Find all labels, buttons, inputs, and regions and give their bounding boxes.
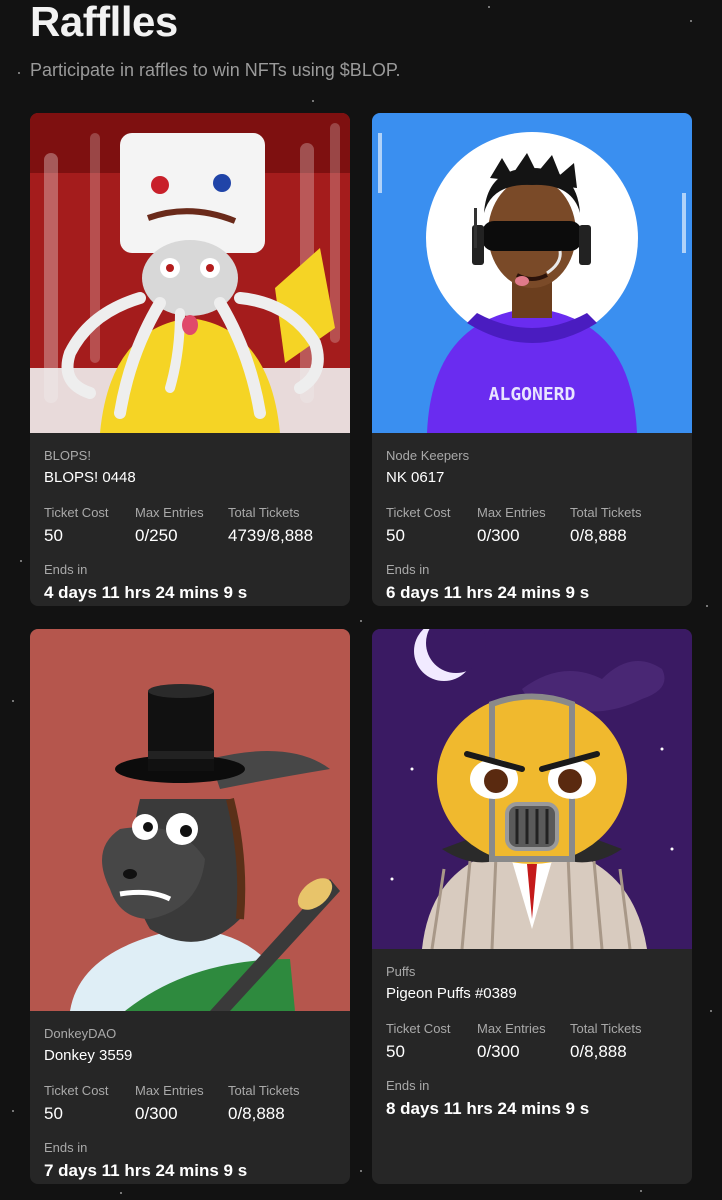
max-entries-label: Max Entries: [135, 1083, 204, 1098]
ticket-cost-label: Ticket Cost: [386, 505, 451, 520]
ticket-cost-value: 50: [386, 1042, 405, 1061]
ticket-cost-value: 50: [386, 526, 405, 545]
total-tickets-label: Total Tickets: [228, 505, 300, 520]
ends-in-label: Ends in: [386, 1078, 430, 1093]
countdown-timer: 8 days 11 hrs 24 mins 9 s: [386, 1099, 590, 1118]
total-tickets-value: 0/8,888: [570, 526, 627, 545]
max-entries-label: Max Entries: [135, 505, 204, 520]
max-entries-value: 0/300: [477, 1042, 520, 1061]
ends-in-label: Ends in: [44, 1140, 88, 1155]
total-tickets-label: Total Tickets: [228, 1083, 300, 1098]
nft-name: NK 0617: [386, 469, 445, 486]
page-subtitle: Participate in raffles to win NFTs using…: [30, 60, 401, 80]
nft-name: Pigeon Puffs #0389: [386, 985, 517, 1002]
max-entries-value: 0/300: [477, 526, 520, 545]
ticket-cost-label: Ticket Cost: [386, 1021, 451, 1036]
ticket-cost-label: Ticket Cost: [44, 1083, 109, 1098]
algonerd-hoodie-text: ALGONERD: [489, 384, 576, 405]
total-tickets-label: Total Tickets: [570, 1021, 642, 1036]
raffle-card[interactable]: ALGONERD Node Keepers NK 0617 Ticket Cos…: [372, 113, 692, 606]
node-keeper-nft-artwork[interactable]: ALGONERD: [372, 113, 692, 433]
page-title: Rafflles: [30, 0, 178, 45]
max-entries-label: Max Entries: [477, 1021, 546, 1036]
countdown-timer: 6 days 11 hrs 24 mins 9 s: [386, 583, 590, 602]
max-entries-value: 0/300: [135, 1104, 178, 1123]
max-entries-value: 0/250: [135, 526, 178, 545]
nft-name: Donkey 3559: [44, 1047, 133, 1064]
total-tickets-value: 4739/8,888: [228, 526, 314, 545]
nft-name: BLOPS! 0448: [44, 469, 136, 486]
pigeon-puff-nft-artwork[interactable]: [372, 629, 692, 949]
countdown-timer: 4 days 11 hrs 24 mins 9 s: [44, 583, 248, 602]
collection-name: DonkeyDAO: [44, 1026, 117, 1041]
total-tickets-value: 0/8,888: [228, 1104, 285, 1123]
ends-in-label: Ends in: [386, 562, 430, 577]
total-tickets-label: Total Tickets: [570, 505, 642, 520]
max-entries-label: Max Entries: [477, 505, 546, 520]
collection-name: Puffs: [386, 964, 416, 979]
total-tickets-value: 0/8,888: [570, 1042, 627, 1061]
collection-name: Node Keepers: [386, 448, 470, 463]
raffle-card[interactable]: Puffs Pigeon Puffs #0389 Ticket Cost 50 …: [372, 629, 692, 1184]
ticket-cost-value: 50: [44, 526, 63, 545]
ticket-cost-label: Ticket Cost: [44, 505, 109, 520]
raffle-card[interactable]: BLOPS! BLOPS! 0448 Ticket Cost 50 Max En…: [30, 113, 350, 606]
collection-name: BLOPS!: [44, 448, 91, 463]
ticket-cost-value: 50: [44, 1104, 63, 1123]
raffle-card[interactable]: DonkeyDAO Donkey 3559 Ticket Cost 50 Max…: [30, 629, 350, 1184]
countdown-timer: 7 days 11 hrs 24 mins 9 s: [44, 1161, 248, 1180]
donkey-nft-artwork[interactable]: [30, 629, 350, 1011]
ends-in-label: Ends in: [44, 562, 88, 577]
blops-nft-artwork[interactable]: [30, 113, 350, 433]
